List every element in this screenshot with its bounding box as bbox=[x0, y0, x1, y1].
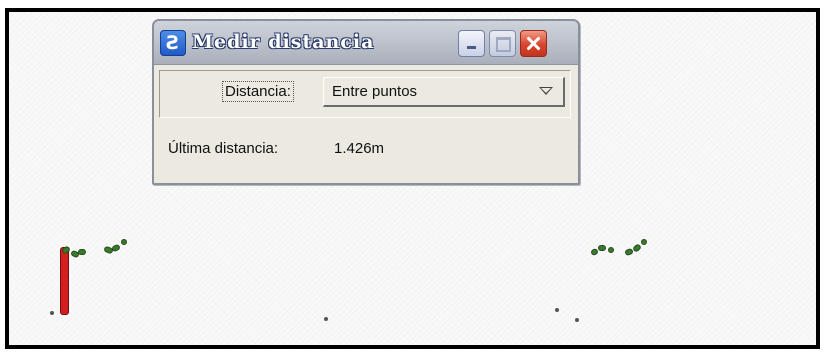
point-mark bbox=[555, 308, 559, 312]
vegetation-mark bbox=[122, 240, 126, 244]
minimize-button[interactable] bbox=[458, 30, 485, 57]
last-distance-label: Última distancia: bbox=[168, 140, 279, 157]
vegetation-mark bbox=[633, 244, 641, 252]
app-icon: Ƨ bbox=[160, 30, 186, 56]
vegetation-mark bbox=[609, 248, 613, 252]
vegetation-mark bbox=[625, 249, 633, 255]
point-mark bbox=[324, 317, 328, 321]
chevron-down-icon[interactable] bbox=[539, 87, 553, 95]
view-window: Ƨ Medir distancia Distancia: Entre punto… bbox=[5, 8, 820, 349]
drawing-canvas[interactable]: Ƨ Medir distancia Distancia: Entre punto… bbox=[9, 12, 816, 345]
vegetation-mark bbox=[591, 249, 598, 255]
distance-mode-select[interactable]: Entre puntos bbox=[323, 77, 565, 107]
point-mark bbox=[575, 318, 579, 322]
maximize-button[interactable] bbox=[489, 30, 516, 57]
measure-distance-dialog: Ƨ Medir distancia Distancia: Entre punto… bbox=[152, 19, 580, 185]
vegetation-mark bbox=[599, 246, 605, 250]
title-bar[interactable]: Ƨ Medir distancia bbox=[154, 21, 578, 65]
red-post-marker bbox=[60, 247, 69, 315]
distance-mode-value: Entre puntos bbox=[332, 83, 418, 100]
last-distance-value: 1.426m bbox=[334, 140, 385, 157]
vegetation-mark bbox=[104, 246, 113, 254]
vegetation-mark bbox=[71, 250, 79, 258]
point-mark bbox=[50, 311, 54, 315]
vegetation-mark bbox=[79, 250, 85, 254]
vegetation-mark bbox=[642, 240, 646, 244]
settings-group: Distancia: Entre puntos bbox=[159, 70, 571, 118]
close-button[interactable] bbox=[520, 30, 547, 57]
dialog-body: Distancia: Entre puntos Última distancia… bbox=[154, 65, 578, 183]
distance-label: Distancia: bbox=[222, 81, 294, 102]
vegetation-mark bbox=[112, 244, 120, 252]
window-title: Medir distancia bbox=[192, 31, 375, 53]
